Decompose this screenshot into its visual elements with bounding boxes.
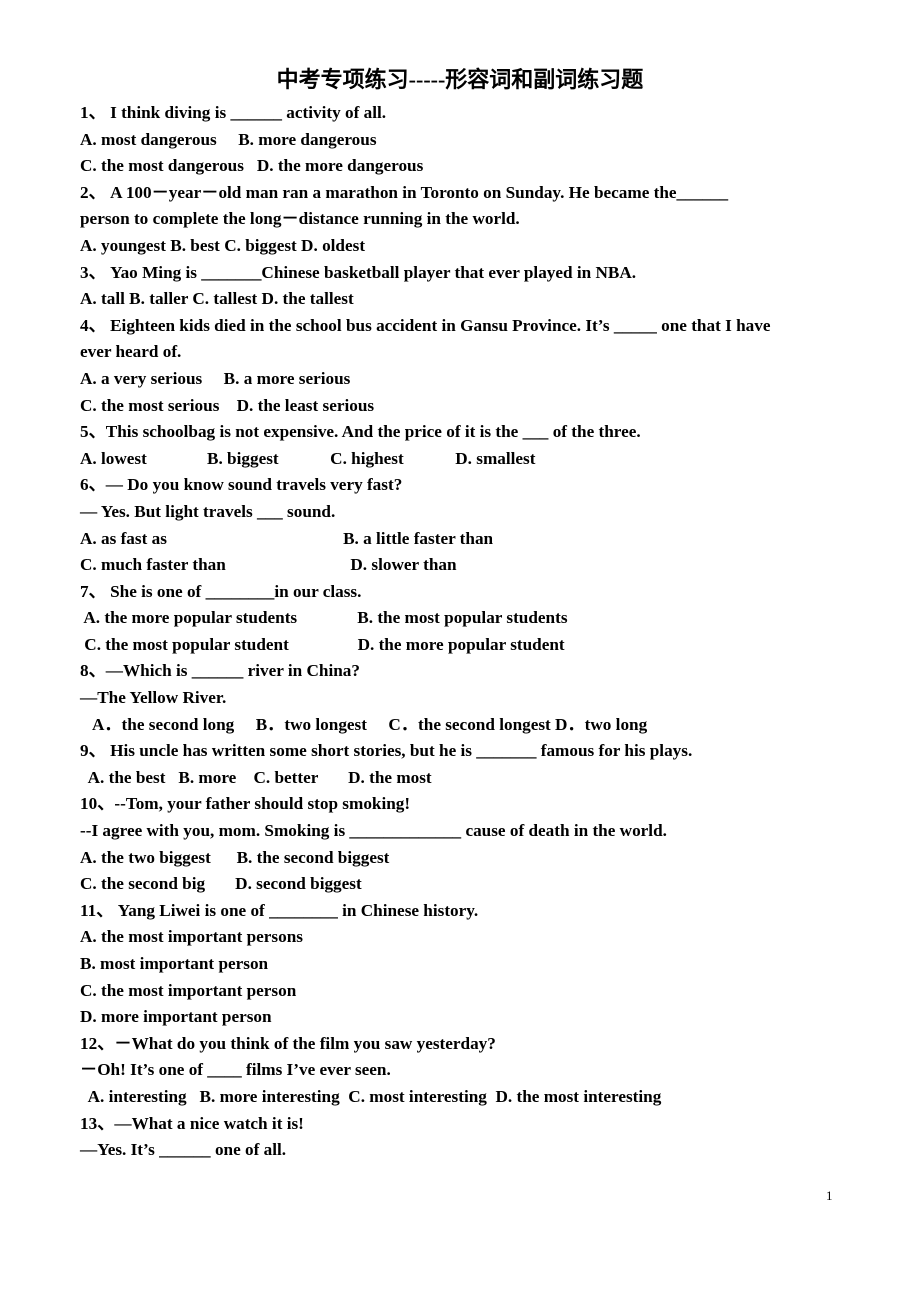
text-line: 1、 I think diving is ______ activity of … [80, 103, 387, 122]
text-line: 9、 His uncle has written some short stor… [80, 741, 693, 761]
text-line: A. a very serious B. a more serious [80, 368, 351, 388]
text-line: 2、 A 100－year－old man ran a marathon in … [80, 182, 729, 202]
text-line: --I agree with you, mom. Smoking is ____… [80, 821, 667, 841]
text-line: 4、 Eighteen kids died in the school bus … [80, 315, 771, 335]
text-line: person to complete the long－distance run… [80, 209, 520, 229]
text-line: 13、—What a nice watch it is! [80, 1113, 304, 1133]
text-line: ever heard of. [80, 342, 182, 362]
text-line: A. as fast as B. a little faster than [80, 528, 494, 548]
text-line: C. the second big D. second biggest [80, 874, 362, 894]
text-line: C. the most dangerous D. the more danger… [80, 156, 424, 176]
text-line: A. the more popular students B. the most… [80, 608, 568, 628]
text-line: A. the best B. more C. better D. the mos… [80, 767, 432, 787]
text-line: C. the most important person [80, 980, 297, 1000]
text-line: 12、－What do you think of the film you sa… [80, 1033, 496, 1053]
text-line: —Yes. It’s ______ one of all. [80, 1140, 287, 1160]
text-line: A. youngest B. best C. biggest D. oldest [80, 235, 366, 255]
text-line: C. the most popular student D. the more … [80, 634, 565, 654]
text-line: 11、 Yang Liwei is one of ________ in Chi… [80, 900, 479, 920]
text-line: A. the most important persons [80, 927, 303, 947]
text-line: A．the second long B．two longest C．the se… [80, 714, 648, 734]
text-line: 8、—Which is ______ river in China? [80, 661, 360, 681]
text-line: 6、— Do you know sound travels very fast? [80, 475, 403, 495]
question-list: 1、 I think diving is ______ activity of … [80, 100, 870, 1164]
text-line: 7、 She is one of ________in our class. [80, 581, 362, 601]
worksheet-page: 中考专项练习-----形容词和副词练习题 1、 I think diving i… [0, 0, 920, 1300]
text-line: C. much faster than D. slower than [80, 555, 457, 575]
text-line: A. interesting B. more interesting C. mo… [80, 1086, 662, 1106]
text-line: D. more important person [80, 1007, 272, 1027]
text-line: — Yes. But light travels ___ sound. [80, 501, 336, 521]
text-line: 3、 Yao Ming is _______Chinese basketball… [80, 262, 637, 282]
text-line: 5、This schoolbag is not expensive. And t… [80, 422, 641, 442]
text-line: C. the most serious D. the least serious [80, 395, 375, 415]
text-line: B. most important person [80, 954, 269, 973]
text-line: A. lowest B. biggest C. highest D. small… [80, 448, 536, 468]
page-title: 中考专项练习-----形容词和副词练习题 [276, 67, 644, 92]
text-line: A. tall B. taller C. tallest D. the tall… [80, 289, 354, 309]
text-line: A. the two biggest B. the second biggest [80, 847, 390, 867]
text-line: 10、--Tom, your father should stop smokin… [80, 794, 411, 814]
page-number: 1 [826, 1188, 833, 1203]
text-line: －Oh! It’s one of ____ films I’ve ever se… [80, 1060, 391, 1080]
text-line: A. most dangerous B. more dangerous [80, 129, 377, 149]
text-line: —The Yellow River. [80, 688, 227, 708]
